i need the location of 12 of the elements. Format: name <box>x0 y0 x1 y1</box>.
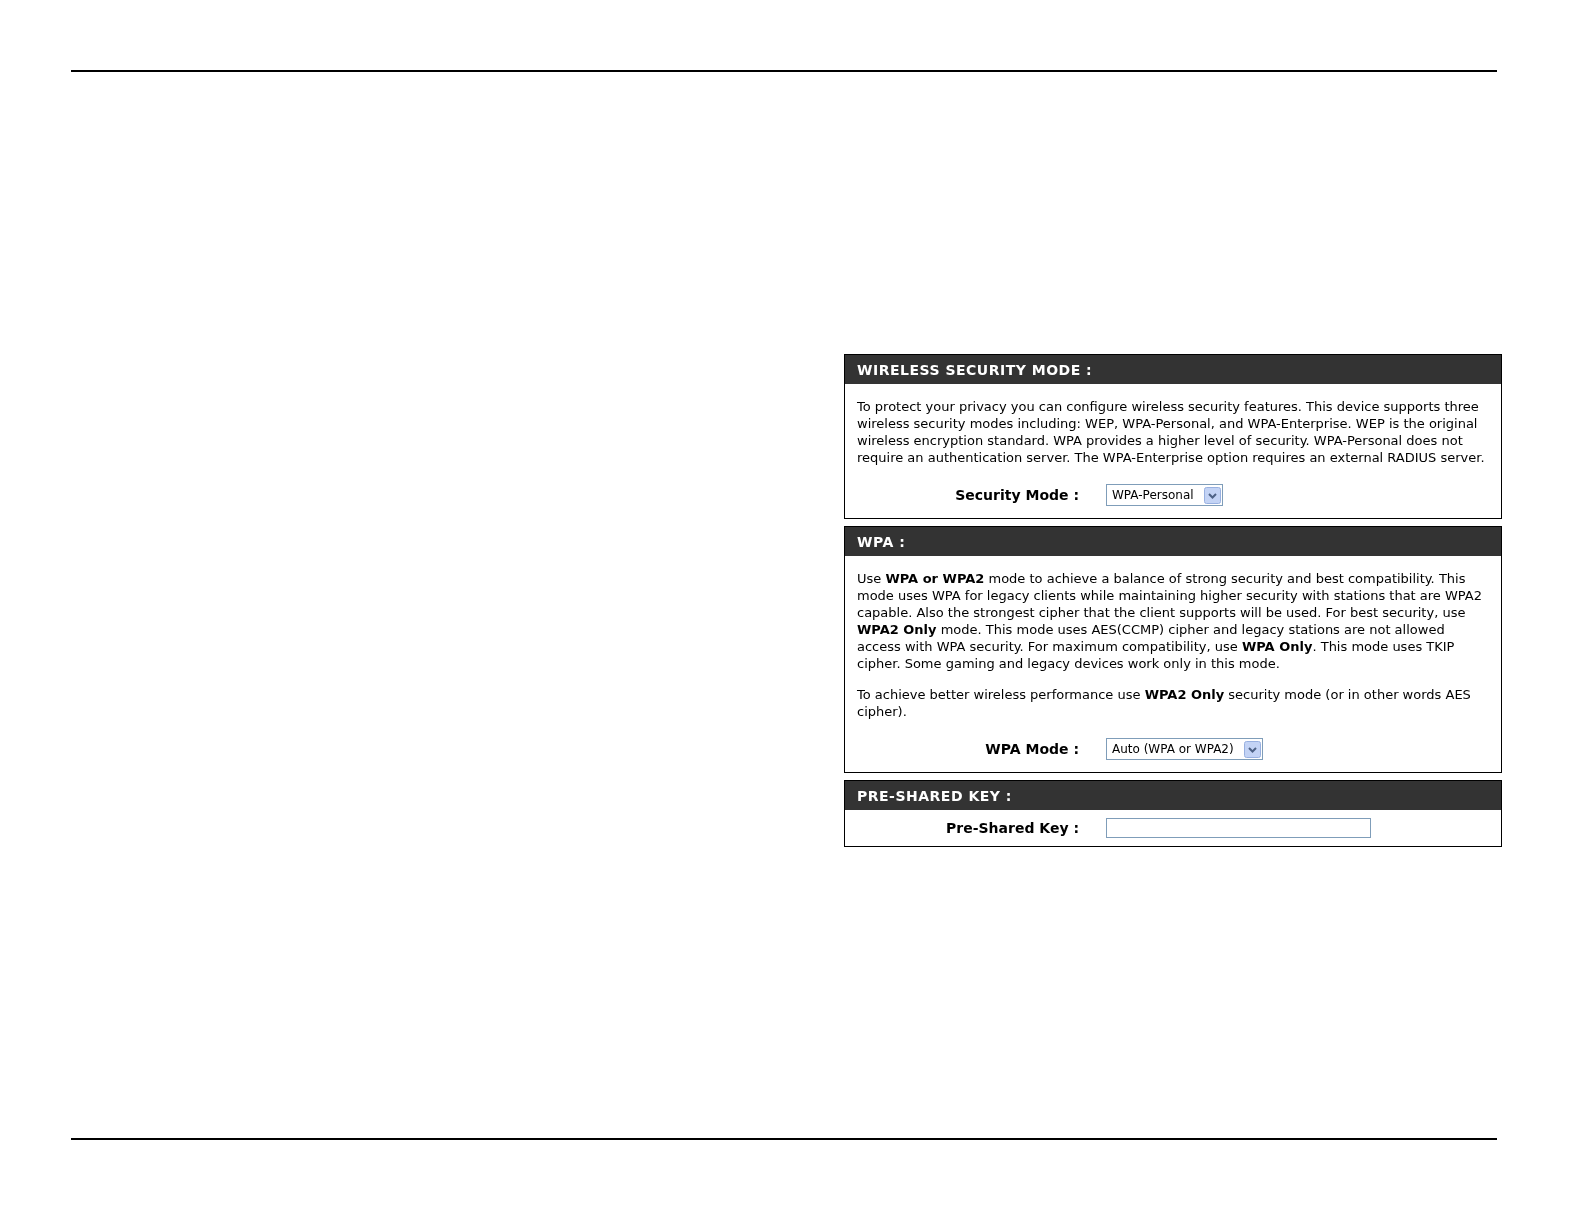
dropdown-field[interactable]: WPA-Personal <box>1106 484 1223 506</box>
field-label: Security Mode : <box>955 487 1079 503</box>
field-label: Pre-Shared Key : <box>946 820 1079 836</box>
description-text: To achieve better wireless performance use WPA2 Only security mode (or in other words AES cipher). <box>857 686 1472 720</box>
section-header: PRE-SHARED KEY : <box>845 781 1501 810</box>
key-input-field[interactable] <box>1106 818 1371 838</box>
description-text: Use WPA or WPA2 mode to achieve a balance of strong security and best compatibility. This mode uses WPA for legacy clients while maintaining higher security with stations that are WPA2 capable. Also the strongest cipher that the client supports will be used. For best security, use WPA2 Only mode. This mode uses AES(CCMP) cipher and legacy stations are not allowed access with WPA security. For maximum compatibility, use WPA Only. This mode uses TKIP cipher. Some gaming and legacy devices work only in this mode. <box>857 570 1483 672</box>
section-header: WPA : <box>845 527 1501 556</box>
dropdown-field[interactable]: Auto (WPA or WPA2) <box>1106 738 1263 760</box>
field-label: WPA Mode : <box>985 741 1079 757</box>
section-header: WIRELESS SECURITY MODE : <box>845 355 1501 384</box>
description-text: To protect your privacy you can configure wireless security features. This device supports three wireless security modes including: WEP, WPA-Personal, and WPA-Enterprise. WEP is the original wireless encryption standard. WPA provides a higher level of security. WPA-Personal does not require an authentication server. The WPA-Enterprise option requires an external RADIUS server. <box>857 398 1486 466</box>
